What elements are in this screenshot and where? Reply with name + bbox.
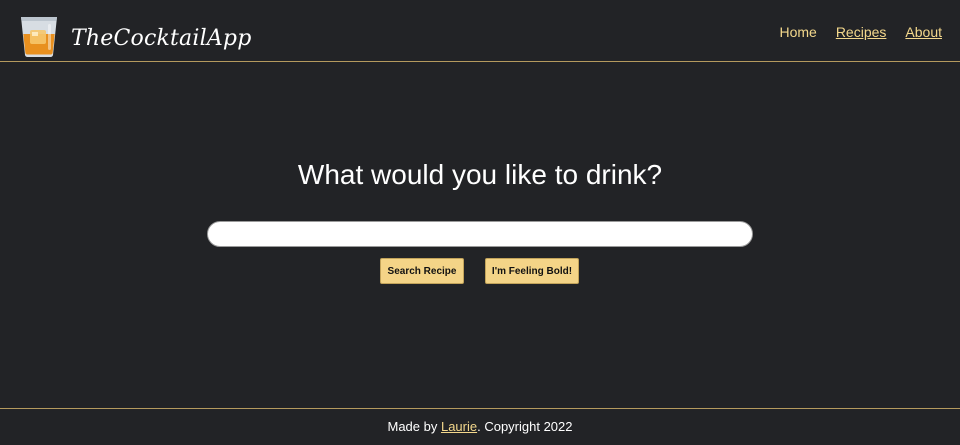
nav-link-about[interactable]: About xyxy=(905,24,942,40)
header: TheCocktailApp Home Recipes About xyxy=(0,0,960,62)
footer-copyright: . Copyright 2022 xyxy=(477,419,573,434)
page-headline: What would you like to drink? xyxy=(297,159,663,190)
feeling-bold-button[interactable]: I'm Feeling Bold! xyxy=(485,258,579,284)
whiskey-glass-icon[interactable] xyxy=(18,12,60,58)
search-recipe-button[interactable]: Search Recipe xyxy=(380,258,464,284)
nav-link-home[interactable]: Home xyxy=(779,24,816,40)
brand-name[interactable]: TheCocktailApp xyxy=(71,26,251,52)
footer: Made by Laurie. Copyright 2022 xyxy=(0,408,960,444)
nav-link-recipes[interactable]: Recipes xyxy=(836,24,887,40)
search-input[interactable] xyxy=(207,221,753,247)
footer-author-link[interactable]: Laurie xyxy=(441,419,477,434)
main-nav: Home Recipes About xyxy=(779,24,942,40)
footer-prefix: Made by xyxy=(387,419,441,434)
